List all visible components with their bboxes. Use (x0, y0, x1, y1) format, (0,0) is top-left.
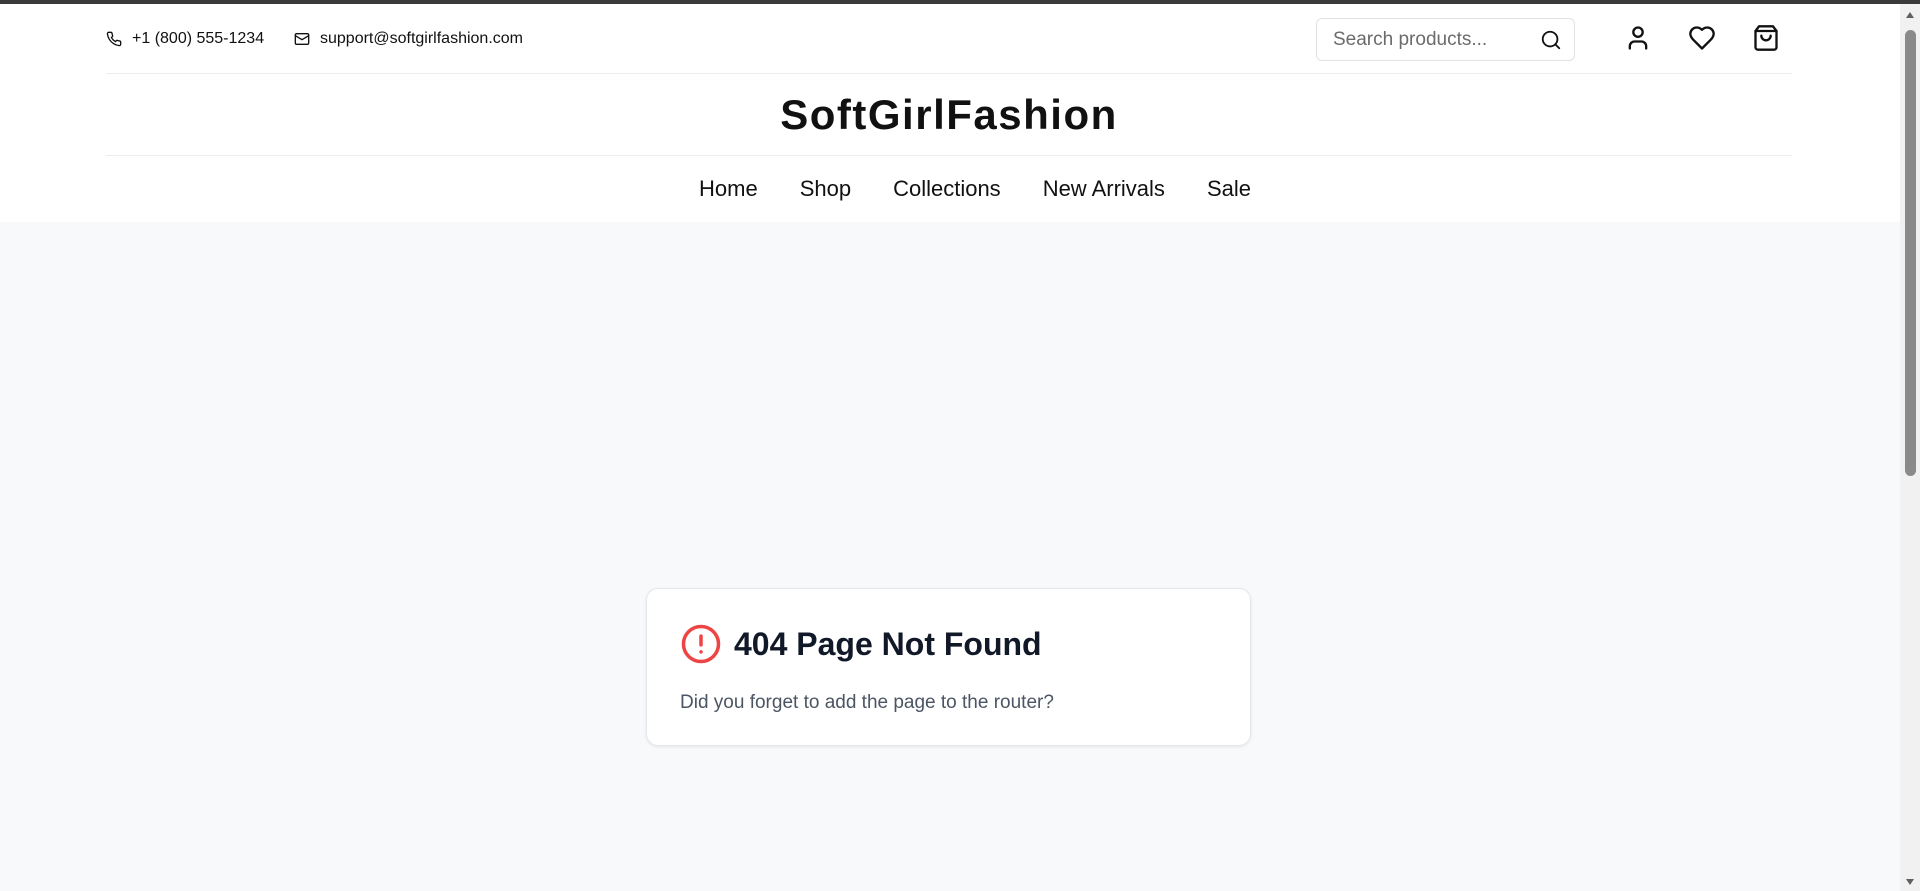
scroll-up-arrow-icon[interactable] (1904, 8, 1916, 22)
main-nav: Home Shop Collections New Arrivals Sale (0, 156, 1900, 222)
alert-circle-icon (681, 624, 721, 664)
nav-item-home[interactable]: Home (699, 176, 758, 202)
nav-item-new-arrivals[interactable]: New Arrivals (1043, 176, 1165, 202)
search-icon[interactable] (1540, 29, 1562, 51)
scrollbar[interactable] (1900, 4, 1920, 891)
nav-item-collections[interactable]: Collections (893, 176, 1001, 202)
contact-email[interactable]: support@softgirlfashion.com (294, 30, 523, 48)
nav-item-shop[interactable]: Shop (800, 176, 851, 202)
search-box (1316, 18, 1575, 61)
phone-icon (106, 31, 122, 47)
utility-bar: +1 (800) 555-1234 support@softgirlfashio… (106, 4, 1792, 74)
site-header: +1 (800) 555-1234 support@softgirlfashio… (0, 4, 1900, 222)
contact-phone[interactable]: +1 (800) 555-1234 (106, 30, 264, 48)
error-title-row: 404 Page Not Found (680, 623, 1042, 665)
heart-icon[interactable] (1688, 24, 1716, 52)
brand-logo[interactable]: SoftGirlFashion (780, 91, 1118, 139)
error-card: 404 Page Not Found Did you forget to add… (646, 588, 1251, 746)
phone-number: +1 (800) 555-1234 (132, 30, 265, 47)
mail-icon (294, 33, 310, 45)
nav-item-sale[interactable]: Sale (1207, 176, 1251, 202)
scrollbar-thumb[interactable] (1905, 30, 1916, 476)
user-icon[interactable] (1624, 24, 1652, 52)
email-address: support@softgirlfashion.com (320, 30, 523, 47)
error-title: 404 Page Not Found (734, 625, 1042, 662)
scroll-down-arrow-icon[interactable] (1904, 875, 1916, 889)
brand-row: SoftGirlFashion (106, 74, 1792, 156)
search-input[interactable] (1317, 19, 1527, 60)
shopping-bag-icon[interactable] (1752, 24, 1780, 52)
error-message: Did you forget to add the page to the ro… (680, 692, 1054, 713)
